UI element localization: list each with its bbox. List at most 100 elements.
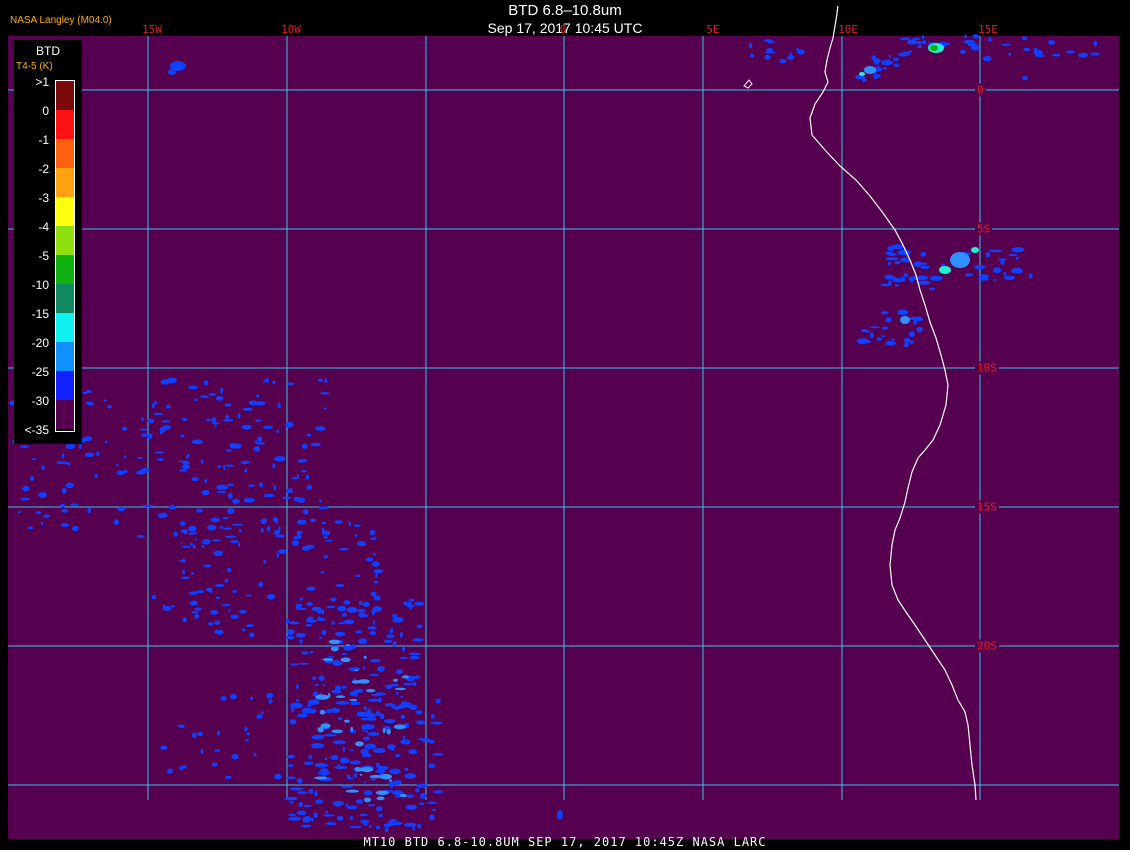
cloud-blob (232, 590, 238, 593)
cloud-blob (210, 517, 220, 523)
cloud-blob (207, 622, 214, 626)
cloud-blob (1015, 256, 1019, 260)
cloud-blob (327, 692, 331, 698)
cloud-blob (273, 485, 277, 491)
cloud-blob (988, 249, 1003, 253)
cloud-blob (929, 287, 936, 291)
cloud-blob (82, 391, 88, 395)
cloud-blob (403, 601, 408, 606)
cloud-blob (355, 630, 363, 634)
legend-swatch (56, 371, 74, 400)
cloud-blob (223, 527, 232, 530)
cloud-blob (226, 449, 233, 452)
cloud-blob (376, 666, 385, 672)
cloud-blob (157, 457, 164, 461)
cloud-blob (748, 42, 753, 49)
legend-tick-label: -15 (31, 307, 49, 321)
cloud-blob (330, 597, 337, 602)
cloud-blob (392, 616, 404, 623)
cloud-blob (318, 675, 325, 682)
cloud-blob (363, 781, 366, 784)
cloud-blob (317, 726, 324, 733)
cloud-blob (415, 710, 423, 715)
cloud-blob (883, 67, 887, 70)
cloud-blob (306, 485, 313, 490)
cloud-blob (872, 58, 881, 64)
cloud-blob (136, 535, 145, 539)
cloud-blob (295, 699, 300, 702)
cloud-blob (117, 506, 126, 512)
legend-tick-label: >1 (35, 75, 49, 89)
cloud-blob (354, 534, 358, 537)
cloud-blob (208, 392, 216, 396)
cloud-blob (263, 559, 267, 564)
cloud-blob (433, 790, 444, 794)
cloud-blob (369, 673, 380, 677)
cloud-blob (371, 561, 380, 567)
cloud-blob (196, 508, 203, 513)
cloud-blob (250, 696, 254, 701)
cloud-blob (213, 550, 223, 557)
cloud-blob (323, 814, 335, 817)
cloud-blob (136, 470, 146, 475)
cloud-blob (1023, 47, 1031, 52)
cloud-blob (399, 656, 408, 660)
cloud-blob (293, 536, 300, 540)
cloud-blob (296, 519, 307, 525)
cloud-blob (365, 730, 368, 733)
cloud-blob (226, 483, 235, 487)
cloud-blob (959, 50, 967, 54)
cloud-blob (1093, 40, 1098, 47)
cloud-blob (346, 644, 350, 647)
cloud-blob (369, 824, 372, 829)
cloud-blob (225, 414, 230, 419)
cloud-blob (402, 735, 406, 740)
cloud-blob (1021, 36, 1028, 41)
cloud-blob (170, 605, 176, 608)
cloud-blob (335, 584, 345, 587)
cloud-blob (180, 542, 183, 545)
cloud-blob (336, 815, 344, 821)
cloud-blob (431, 714, 435, 719)
cloud-blob (354, 766, 361, 772)
cloud-blob (894, 260, 901, 265)
cloud-blob (301, 469, 307, 473)
cloud-blob (272, 463, 276, 469)
legend-swatch (56, 342, 74, 371)
cloud-blob (216, 484, 228, 491)
cloud-blob (287, 764, 294, 768)
cloud-blob (237, 413, 241, 419)
cloud-blob (200, 748, 204, 754)
cloud-blob (412, 638, 424, 642)
cloud-blob (367, 731, 380, 736)
cloud-blob (869, 326, 880, 329)
cloud-blob (287, 816, 301, 821)
cloud-blob (362, 752, 371, 758)
cloud-blob (315, 799, 324, 804)
cloud-blob (399, 793, 407, 798)
cloud-blob (982, 55, 992, 62)
cloud-blob (345, 803, 349, 807)
cloud-blob (416, 783, 428, 788)
cloud-blob (200, 459, 204, 464)
cloud-blob (557, 810, 563, 820)
cloud-blob (405, 804, 418, 810)
cloud-blob (297, 778, 303, 784)
cloud-blob (337, 764, 341, 770)
cloud-blob (300, 824, 312, 828)
cloud-blob (319, 392, 330, 395)
cloud-blob (246, 732, 250, 736)
cloud-blob (892, 278, 906, 283)
latitude-label: 15S (975, 500, 999, 514)
cloud-blob (894, 284, 900, 287)
cloud-blob (342, 746, 346, 753)
cloud-blob (405, 705, 412, 708)
cloud-blob (881, 335, 886, 338)
cloud-blob (276, 552, 279, 558)
cloud-blob (891, 338, 895, 342)
cloud-blob (1077, 52, 1088, 58)
cloud-blob (302, 816, 310, 821)
cloud-blob (303, 761, 314, 766)
cloud-blob (231, 523, 244, 526)
cloud-blob (243, 497, 255, 503)
